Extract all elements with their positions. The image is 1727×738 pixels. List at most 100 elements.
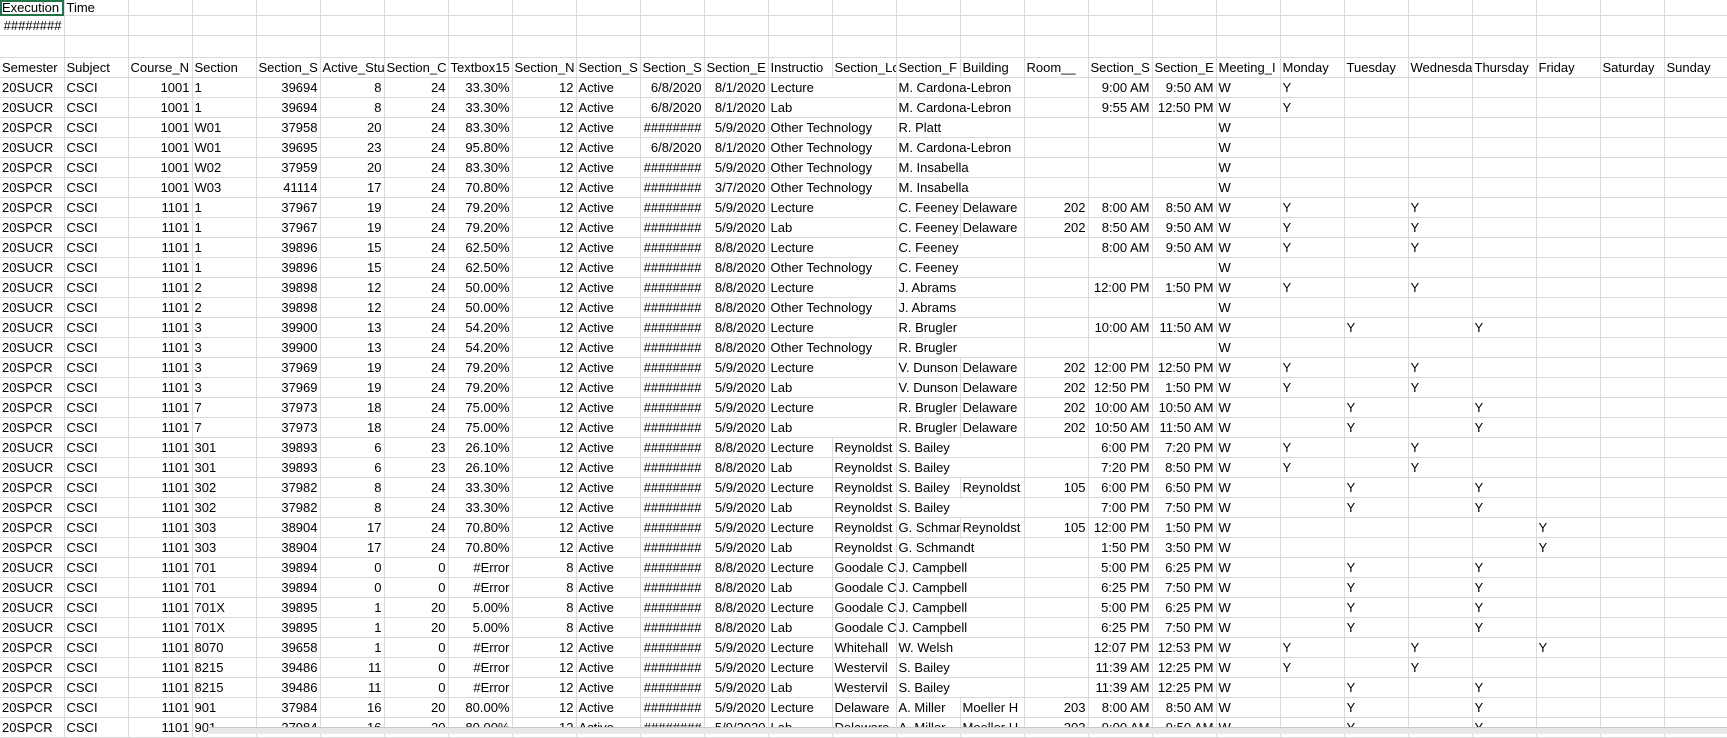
table-cell[interactable]: C. Feeney	[896, 217, 961, 238]
table-cell[interactable]	[1664, 437, 1727, 458]
table-cell[interactable]: 20SUCR	[0, 237, 65, 258]
table-cell[interactable]	[1600, 257, 1665, 278]
table-cell[interactable]	[1344, 337, 1409, 358]
table-cell[interactable]: ########	[640, 657, 705, 678]
table-cell[interactable]	[1088, 137, 1153, 158]
table-cell[interactable]	[1664, 337, 1727, 358]
table-cell[interactable]: ########	[640, 557, 705, 578]
table-cell[interactable]	[1664, 577, 1727, 598]
table-cell[interactable]: Y	[1408, 277, 1473, 298]
table-cell[interactable]: 39694	[256, 97, 321, 118]
table-cell[interactable]: W01	[192, 117, 257, 138]
table-cell[interactable]: #Error	[448, 677, 513, 698]
table-cell[interactable]: 20SUCR	[0, 297, 65, 318]
table-cell[interactable]: 20SUCR	[0, 257, 65, 278]
table-cell[interactable]	[1280, 677, 1345, 698]
table-cell[interactable]	[1472, 217, 1537, 238]
table-cell[interactable]	[1472, 537, 1537, 558]
table-cell[interactable]: 11	[320, 677, 385, 698]
table-cell[interactable]	[1344, 377, 1409, 398]
table-cell[interactable]: 13	[320, 317, 385, 338]
empty-cell[interactable]	[128, 0, 193, 16]
table-cell[interactable]	[1536, 397, 1601, 418]
table-cell[interactable]	[1472, 377, 1537, 398]
table-cell[interactable]: 33.30%	[448, 77, 513, 98]
table-cell[interactable]: Goodale C	[832, 557, 897, 578]
table-cell[interactable]: Active	[576, 137, 641, 158]
table-cell[interactable]	[1664, 77, 1727, 98]
table-cell[interactable]: M. Cardona-Lebron	[896, 137, 1011, 158]
table-cell[interactable]	[1600, 597, 1665, 618]
table-cell[interactable]	[1024, 637, 1089, 658]
table-cell[interactable]	[1600, 677, 1665, 698]
table-cell[interactable]: 1101	[128, 197, 193, 218]
table-cell[interactable]: Y	[1344, 597, 1409, 618]
empty-cell[interactable]	[768, 15, 833, 36]
table-cell[interactable]: V. Dunson	[896, 377, 961, 398]
table-cell[interactable]: 6:00 PM	[1088, 477, 1153, 498]
empty-cell[interactable]	[64, 35, 129, 58]
table-cell[interactable]: 202	[1024, 197, 1089, 218]
table-cell[interactable]: 1101	[128, 657, 193, 678]
empty-cell[interactable]	[576, 0, 641, 16]
table-cell[interactable]	[1024, 457, 1089, 478]
table-cell[interactable]	[1664, 697, 1727, 718]
table-cell[interactable]: W	[1216, 337, 1281, 358]
table-cell[interactable]: 1101	[128, 477, 193, 498]
table-cell[interactable]: R. Brugler	[896, 397, 961, 418]
table-cell[interactable]	[1664, 197, 1727, 218]
table-cell[interactable]: 12:50 PM	[1152, 357, 1217, 378]
empty-cell[interactable]	[128, 15, 193, 36]
table-cell[interactable]: Y	[1408, 377, 1473, 398]
table-cell[interactable]: 8/8/2020	[704, 437, 769, 458]
table-cell[interactable]: 24	[384, 217, 449, 238]
table-cell[interactable]: Y	[1408, 637, 1473, 658]
table-cell[interactable]: W	[1216, 697, 1281, 718]
table-cell[interactable]: J. Campbell	[896, 617, 967, 638]
table-cell[interactable]	[1536, 177, 1601, 198]
table-cell[interactable]: S. Bailey	[896, 457, 960, 478]
table-cell[interactable]	[1024, 297, 1089, 318]
table-cell[interactable]	[1600, 457, 1665, 478]
table-cell[interactable]	[960, 557, 1025, 578]
table-cell[interactable]: 38904	[256, 517, 321, 538]
table-cell[interactable]: 37982	[256, 477, 321, 498]
table-cell[interactable]: 8:00 AM	[1088, 237, 1153, 258]
table-cell[interactable]: 79.20%	[448, 377, 513, 398]
table-cell[interactable]	[1024, 437, 1089, 458]
table-cell[interactable]: 12:25 PM	[1152, 677, 1217, 698]
table-cell[interactable]	[1536, 697, 1601, 718]
table-cell[interactable]: ########	[640, 397, 705, 418]
table-cell[interactable]: 0	[320, 557, 385, 578]
table-cell[interactable]: 8215	[192, 677, 257, 698]
table-cell[interactable]: 1	[192, 197, 257, 218]
table-cell[interactable]: Y	[1280, 237, 1345, 258]
table-cell[interactable]: 20SPCR	[0, 157, 65, 178]
table-cell[interactable]: W	[1216, 517, 1281, 538]
table-cell[interactable]: 9:50 AM	[1152, 237, 1217, 258]
column-header[interactable]: Section_S	[640, 57, 705, 78]
table-cell[interactable]: 8/8/2020	[704, 457, 769, 478]
table-cell[interactable]	[1152, 117, 1217, 138]
table-cell[interactable]: Y	[1536, 637, 1601, 658]
table-cell[interactable]	[1472, 237, 1537, 258]
table-cell[interactable]: 12:00 PM	[1088, 277, 1153, 298]
table-cell[interactable]	[1600, 657, 1665, 678]
table-cell[interactable]: 8/1/2020	[704, 137, 769, 158]
table-cell[interactable]: 20SUCR	[0, 97, 65, 118]
table-cell[interactable]: W	[1216, 177, 1281, 198]
table-cell[interactable]: CSCI	[64, 597, 129, 618]
table-cell[interactable]: 5/9/2020	[704, 517, 769, 538]
table-cell[interactable]: Active	[576, 457, 641, 478]
table-cell[interactable]: 8	[320, 497, 385, 518]
table-cell[interactable]: 70.80%	[448, 517, 513, 538]
table-cell[interactable]: 8	[320, 77, 385, 98]
table-cell[interactable]: Lab	[768, 677, 833, 698]
column-header[interactable]: Tuesday	[1344, 57, 1409, 78]
table-cell[interactable]: 20	[384, 697, 449, 718]
table-cell[interactable]	[1472, 177, 1537, 198]
table-cell[interactable]	[1472, 77, 1537, 98]
table-cell[interactable]: Lecture	[768, 597, 833, 618]
table-cell[interactable]: W	[1216, 257, 1281, 278]
table-cell[interactable]: 202	[1024, 417, 1089, 438]
